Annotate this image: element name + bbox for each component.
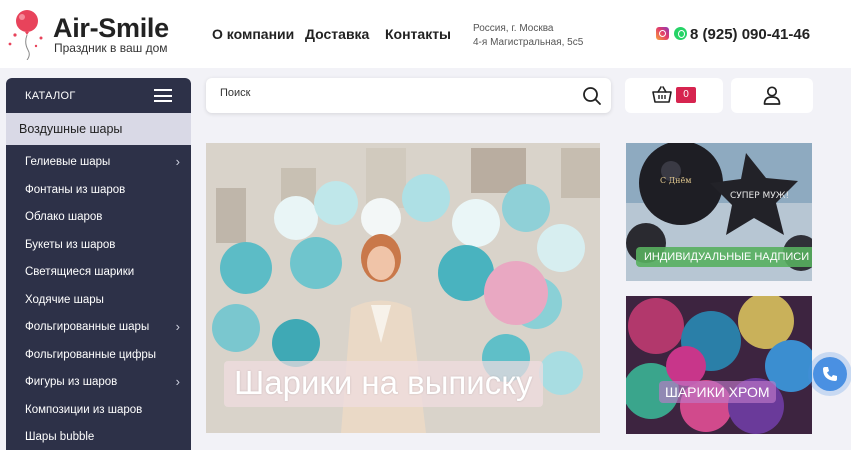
logo-name: Air-Smile bbox=[53, 13, 169, 43]
catalog-item-label: Светящиеся шарики bbox=[25, 266, 135, 278]
chevron-right-icon: › bbox=[175, 319, 180, 334]
address-city: Россия, г. Москва bbox=[473, 23, 554, 34]
phone-icon bbox=[823, 367, 837, 381]
address-street: 4-я Магистральная, 5с5 bbox=[473, 37, 584, 48]
catalog-header[interactable]: КАТАЛОГ bbox=[6, 78, 191, 113]
catalog-active-item[interactable]: Воздушные шары bbox=[6, 113, 191, 145]
catalog-item-bubble[interactable]: Шары bubble bbox=[6, 425, 191, 450]
nav-delivery[interactable]: Доставка bbox=[305, 26, 369, 42]
promo1-label: ИНДИВИДУАЛЬНЫЕ НАДПИСИ bbox=[636, 247, 812, 267]
svg-text:С Днём: С Днём bbox=[660, 176, 691, 185]
catalog-item-label: Облако шаров bbox=[25, 211, 103, 223]
catalog-item-fountains[interactable]: Фонтаны из шаров bbox=[6, 178, 191, 206]
catalog-item-compositions[interactable]: Композиции из шаров bbox=[6, 398, 191, 426]
hero-caption: Шарики на выписку bbox=[224, 361, 543, 407]
cart-button[interactable]: 0 bbox=[625, 78, 723, 113]
catalog-item-bouquets[interactable]: Букеты из шаров bbox=[6, 233, 191, 261]
instagram-icon[interactable] bbox=[656, 27, 669, 40]
catalog-item-foil[interactable]: Фольгированные шары › bbox=[6, 315, 191, 343]
hero-banner[interactable]: Шарики на выписку bbox=[206, 143, 600, 433]
catalog-active-label: Воздушные шары bbox=[19, 122, 123, 136]
svg-text:СУПЕР МУЖ!: СУПЕР МУЖ! bbox=[730, 191, 789, 201]
logo-tagline: Праздник в ваш дом bbox=[54, 41, 168, 55]
catalog-item-label: Гелиевые шары bbox=[25, 156, 111, 168]
catalog-sidebar: КАТАЛОГ Воздушные шары Гелиевые шары › Фо… bbox=[6, 78, 191, 450]
catalog-item-foil-numbers[interactable]: Фольгированные цифры bbox=[6, 343, 191, 371]
balloon-logo-icon bbox=[8, 10, 43, 60]
catalog-item-figures[interactable]: Фигуры из шаров › bbox=[6, 370, 191, 398]
site-logo[interactable]: Air-Smile Праздник в ваш дом bbox=[6, 8, 196, 60]
site-header: Air-Smile Праздник в ваш дом О компании … bbox=[0, 0, 851, 68]
user-icon bbox=[763, 86, 781, 105]
catalog-item-helium[interactable]: Гелиевые шары › bbox=[6, 150, 191, 178]
catalog-item-label: Композиции из шаров bbox=[25, 403, 143, 416]
search-bar bbox=[206, 78, 611, 113]
nav-about[interactable]: О компании bbox=[212, 26, 294, 42]
search-icon[interactable] bbox=[582, 86, 602, 106]
promo2-label: ШАРИКИ ХРОМ bbox=[659, 381, 776, 403]
account-button[interactable] bbox=[731, 78, 813, 113]
catalog-item-label: Фольгированные шары bbox=[25, 321, 150, 333]
cart-count-badge: 0 bbox=[676, 87, 696, 103]
whatsapp-icon[interactable] bbox=[674, 27, 687, 40]
basket-icon bbox=[652, 86, 672, 103]
catalog-item-cloud[interactable]: Облако шаров bbox=[6, 205, 191, 233]
promo-chrome-balloons[interactable]: ШАРИКИ ХРОМ bbox=[626, 296, 812, 434]
search-input[interactable] bbox=[220, 87, 560, 99]
chevron-right-icon: › bbox=[175, 154, 180, 169]
catalog-item-label: Шары bubble bbox=[25, 431, 95, 443]
catalog-title: КАТАЛОГ bbox=[25, 90, 76, 102]
promo-custom-lettering[interactable]: С Днём СУПЕР МУЖ! ИНДИВИДУАЛЬНЫЕ НАДПИСИ bbox=[626, 143, 812, 281]
phone-number[interactable]: 8 (925) 090-41-46 bbox=[690, 26, 810, 43]
menu-icon[interactable] bbox=[154, 89, 172, 102]
catalog-item-label: Фигуры из шаров bbox=[25, 376, 118, 388]
catalog-item-label: Фольгированные цифры bbox=[25, 348, 157, 361]
chevron-right-icon: › bbox=[175, 374, 180, 389]
catalog-item-label: Ходячие шары bbox=[25, 293, 104, 306]
promo2-photo bbox=[626, 296, 812, 434]
catalog-item-walking[interactable]: Ходячие шары bbox=[6, 288, 191, 316]
callback-button[interactable] bbox=[813, 357, 847, 391]
catalog-item-label: Букеты из шаров bbox=[25, 238, 116, 251]
store-address: Россия, г. Москва 4-я Магистральная, 5с5 bbox=[473, 22, 583, 50]
nav-contacts[interactable]: Контакты bbox=[385, 26, 451, 42]
catalog-item-glowing[interactable]: Светящиеся шарики bbox=[6, 260, 191, 288]
catalog-item-label: Фонтаны из шаров bbox=[25, 183, 126, 196]
catalog-list: Гелиевые шары › Фонтаны из шаров Облако ш… bbox=[6, 145, 191, 450]
